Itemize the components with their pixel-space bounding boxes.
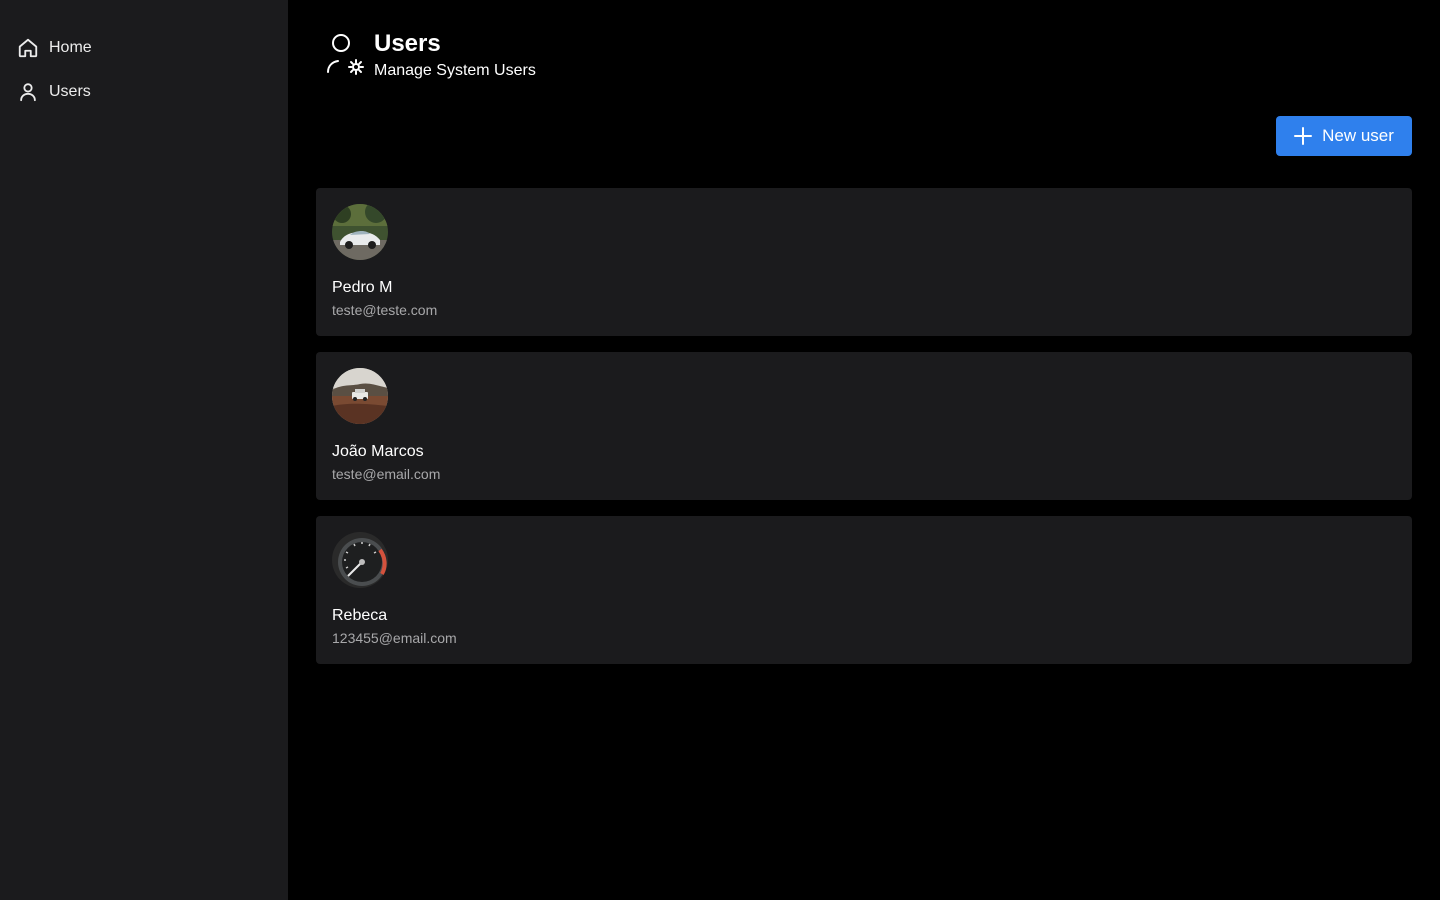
app-root: Home Users Users Manage System Users New… <box>0 0 1440 900</box>
user-list: Pedro M teste@teste.com João Marcos test… <box>316 188 1412 680</box>
new-user-button-label: New user <box>1322 126 1394 145</box>
avatar <box>332 204 388 260</box>
sidebar-item-label: Home <box>49 39 92 56</box>
user-icon <box>16 80 40 104</box>
sidebar-item-home[interactable]: Home <box>16 34 92 62</box>
sidebar-item-users[interactable]: Users <box>16 78 91 106</box>
user-cog-icon <box>326 32 366 80</box>
user-email: teste@email.com <box>332 466 441 482</box>
new-user-button[interactable]: New user <box>1276 116 1412 156</box>
header-texts: Users Manage System Users <box>374 30 536 82</box>
plus-icon <box>1294 127 1313 145</box>
home-icon <box>16 36 40 60</box>
user-card[interactable]: Pedro M teste@teste.com <box>316 188 1412 336</box>
avatar <box>332 532 388 588</box>
user-name: Pedro M <box>332 279 393 296</box>
user-name: Rebeca <box>332 607 388 624</box>
avatar <box>332 368 388 424</box>
sidebar-item-label: Users <box>49 83 91 100</box>
user-email: 123455@email.com <box>332 630 457 646</box>
page-title: Users <box>374 30 441 57</box>
page-header: Users Manage System Users <box>326 30 536 82</box>
sidebar: Home Users <box>0 0 288 900</box>
page-subtitle: Manage System Users <box>374 62 536 79</box>
main-content: Users Manage System Users New user Pedro… <box>288 0 1440 900</box>
user-card[interactable]: João Marcos teste@email.com <box>316 352 1412 500</box>
user-name: João Marcos <box>332 443 424 460</box>
user-email: teste@teste.com <box>332 302 438 318</box>
user-card[interactable]: Rebeca 123455@email.com <box>316 516 1412 664</box>
